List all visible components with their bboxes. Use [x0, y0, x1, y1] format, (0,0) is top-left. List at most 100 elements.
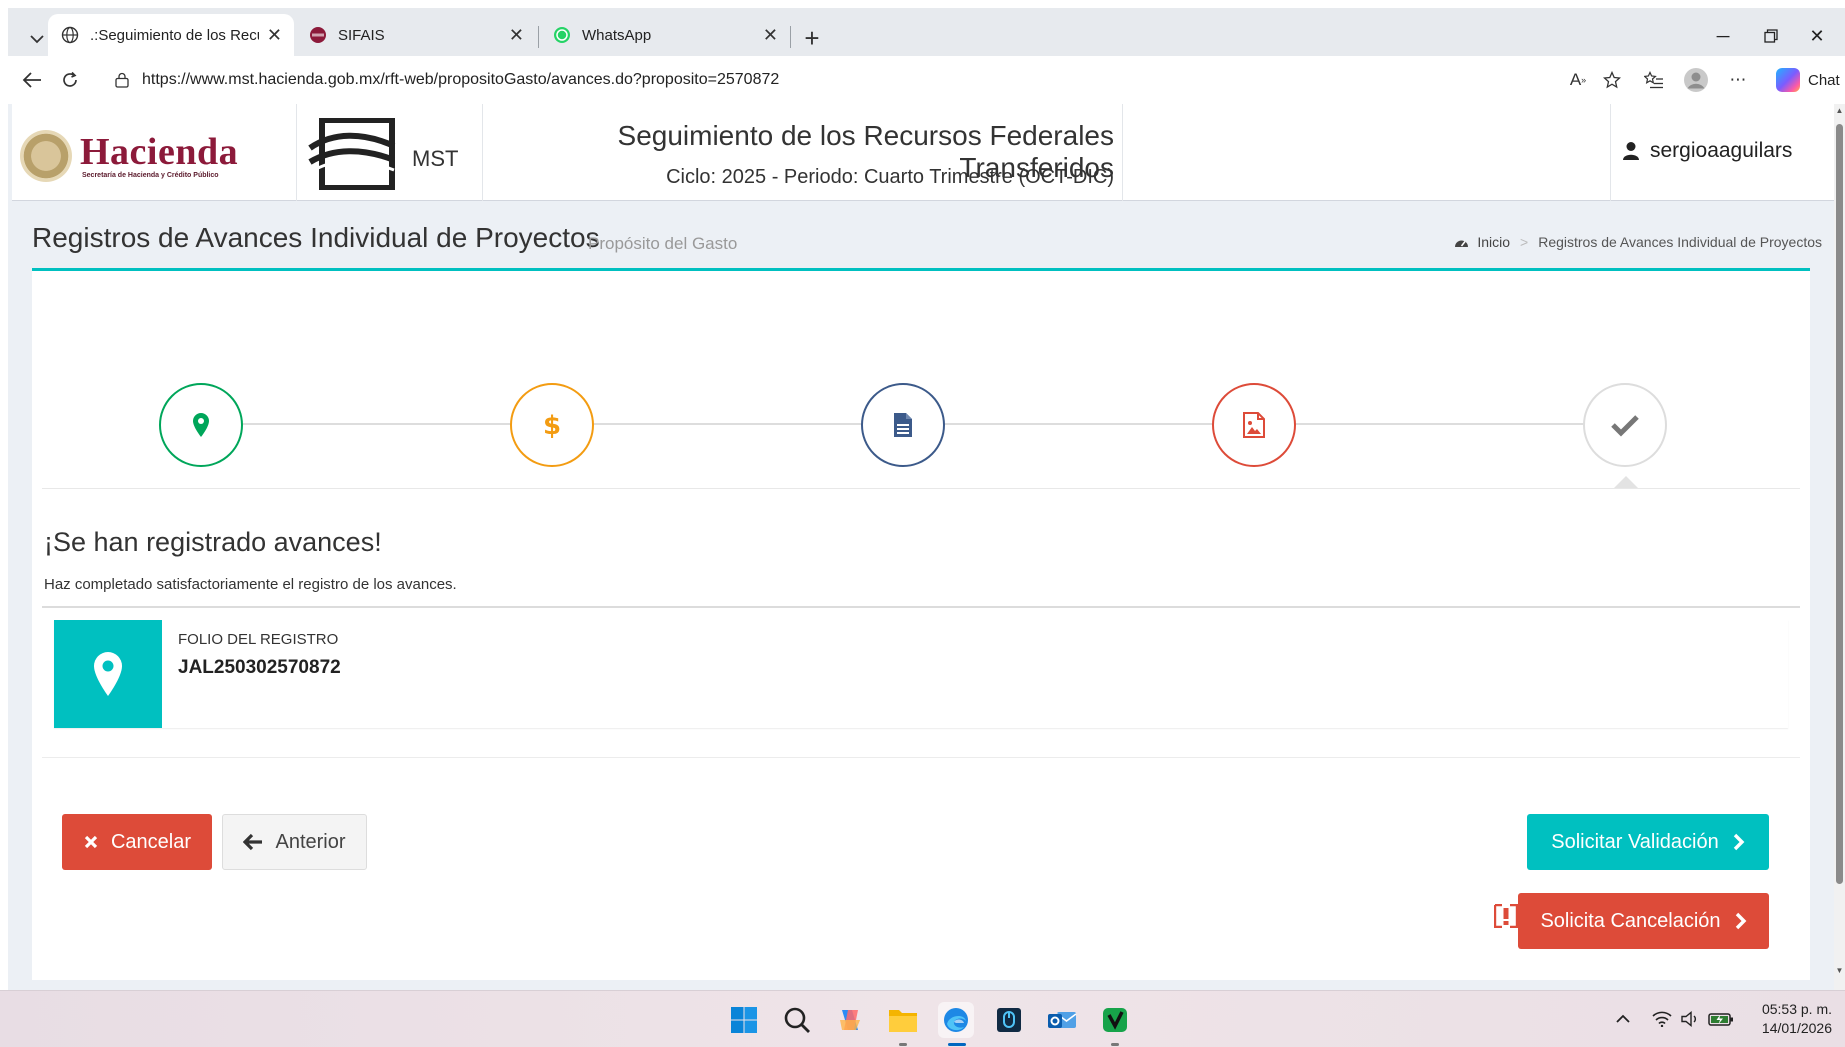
- tab-seguimiento[interactable]: .:Seguimiento de los Recursos Federales …: [48, 14, 294, 56]
- user-menu[interactable]: sergioaaguilars: [1622, 134, 1792, 168]
- tray-chevron-up-icon[interactable]: [1616, 1005, 1630, 1033]
- request-cancellation-label: Solicita Cancelación: [1540, 909, 1721, 932]
- folio-label: Folio del Registro: [178, 631, 339, 648]
- header-divider: [296, 104, 297, 201]
- mst-label: MST: [412, 146, 459, 171]
- chat-label: Chat: [1808, 71, 1840, 89]
- whatsapp-icon: [552, 25, 572, 45]
- windows-taskbar: 05:53 p. m. 14/01/2026: [0, 990, 1845, 1047]
- scroll-up-icon[interactable]: ▲: [1834, 106, 1845, 118]
- running-indicator: [899, 1043, 907, 1046]
- copilot-app-icon[interactable]: [832, 1002, 868, 1038]
- previous-button[interactable]: Anterior: [222, 814, 367, 870]
- step-finish[interactable]: [1583, 383, 1667, 467]
- chevron-right-icon: [1733, 833, 1745, 851]
- address-input[interactable]: https://www.mst.hacienda.gob.mx/rft-web/…: [102, 62, 1632, 98]
- tab-sifais[interactable]: SIFAIS ✕: [296, 14, 536, 56]
- tab-whatsapp[interactable]: WhatsApp ✕: [540, 14, 790, 56]
- request-cancellation-button[interactable]: Solicita Cancelación: [1518, 893, 1769, 949]
- content-header: Registros de Avances Individual de Proye…: [32, 214, 1822, 258]
- more-options-icon[interactable]: ⋯: [1724, 66, 1752, 94]
- close-icon[interactable]: ✕: [763, 25, 778, 46]
- folio-icon-box: [54, 620, 162, 728]
- copilot-chat-button[interactable]: Chat: [1770, 64, 1845, 96]
- step-financial[interactable]: $: [510, 383, 594, 467]
- green-app-icon[interactable]: [1097, 1002, 1133, 1038]
- breadcrumb: Inicio > Registros de Avances Individual…: [1454, 234, 1822, 250]
- hacienda-subtitle: Secretaría de Hacienda y Crédito Público: [82, 172, 219, 179]
- header-divider: [1122, 104, 1123, 201]
- edge-browser-icon[interactable]: [938, 1002, 974, 1038]
- window-edge: [0, 0, 8, 990]
- step-location[interactable]: [159, 383, 243, 467]
- map-marker-icon: [94, 652, 122, 696]
- web-page: Hacienda Secretaría de Hacienda y Crédit…: [8, 104, 1834, 990]
- steps-divider: [42, 488, 1800, 489]
- profile-avatar-icon[interactable]: [1682, 66, 1710, 94]
- clock-time: 05:53 p. m.: [1761, 1001, 1832, 1017]
- scrollbar-thumb[interactable]: [1836, 124, 1843, 884]
- step-images[interactable]: [1212, 383, 1296, 467]
- tab-title: SIFAIS: [338, 26, 385, 44]
- close-icon[interactable]: ✕: [509, 25, 524, 46]
- tab-title: .:Seguimiento de los Recursos Federales …: [90, 26, 259, 44]
- request-validation-button[interactable]: Solicitar Validación: [1527, 814, 1769, 870]
- window-close-icon[interactable]: ✕: [1794, 20, 1840, 52]
- national-seal-icon: [20, 130, 72, 182]
- outlook-icon[interactable]: [1044, 1002, 1080, 1038]
- success-description: Haz completado satisfactoriamente el reg…: [44, 576, 457, 593]
- request-validation-label: Solicitar Validación: [1551, 830, 1719, 853]
- clock-date: 14/01/2026: [1761, 1020, 1832, 1036]
- step-document[interactable]: [861, 383, 945, 467]
- tab-separator: [538, 26, 539, 48]
- favorite-star-icon[interactable]: [1598, 66, 1626, 94]
- page-scrollbar[interactable]: ▲ ▼: [1834, 104, 1845, 990]
- screen: .:Seguimiento de los Recursos Federales …: [0, 0, 1845, 1047]
- page-title: Registros de Avances Individual de Proye…: [32, 222, 600, 253]
- read-aloud-icon[interactable]: A»: [1564, 66, 1592, 94]
- file-explorer-icon[interactable]: [885, 1002, 921, 1038]
- exclamation-warning-icon: [1493, 903, 1519, 929]
- cycle-period: Ciclo: 2025 - Periodo: Cuarto Trimestre …: [666, 166, 1114, 188]
- new-tab-plus-icon[interactable]: +: [798, 23, 826, 53]
- restore-icon[interactable]: [1748, 20, 1794, 52]
- sifais-favicon: [308, 25, 328, 45]
- search-icon[interactable]: [779, 1002, 815, 1038]
- minimize-icon[interactable]: ─: [1700, 20, 1746, 52]
- success-title: ¡Se han registrado avances!: [44, 527, 382, 557]
- volume-icon[interactable]: [1680, 1005, 1700, 1033]
- browser-tab-bar: .:Seguimiento de los Recursos Federales …: [8, 8, 1845, 56]
- breadcrumb-home[interactable]: Inicio: [1477, 234, 1510, 250]
- tab-title: WhatsApp: [582, 26, 652, 44]
- cancel-button[interactable]: Cancelar: [62, 814, 212, 870]
- user-icon: [1623, 142, 1639, 160]
- mst-mark-icon: [308, 118, 396, 190]
- dashboard-icon: [1455, 240, 1469, 247]
- mst-logo[interactable]: MST: [308, 118, 458, 190]
- username: sergioaaguilars: [1650, 139, 1793, 162]
- back-arrow-icon[interactable]: [16, 64, 48, 96]
- running-indicator: [1111, 1043, 1119, 1046]
- reload-icon[interactable]: [54, 64, 86, 96]
- previous-label: Anterior: [275, 830, 346, 853]
- page-subtitle: Propósito del Gasto: [588, 234, 738, 253]
- hacienda-logo[interactable]: Hacienda Secretaría de Hacienda y Crédit…: [20, 128, 250, 184]
- url-text: https://www.mst.hacienda.gob.mx/rft-web/…: [142, 71, 780, 88]
- scroll-down-icon[interactable]: ▼: [1834, 966, 1845, 978]
- system-clock[interactable]: 05:53 p. m. 14/01/2026: [1748, 1000, 1832, 1038]
- breadcrumb-current: Registros de Avances Individual de Proye…: [1538, 234, 1822, 250]
- header-divider: [1610, 104, 1611, 201]
- close-icon[interactable]: ✕: [267, 25, 282, 46]
- copilot-icon: [1776, 68, 1800, 92]
- image-icon: [1243, 412, 1265, 438]
- breadcrumb-separator: >: [1520, 234, 1529, 250]
- favorites-list-icon[interactable]: [1640, 66, 1668, 94]
- document-icon: [894, 413, 912, 437]
- arrow-left-icon: [243, 833, 263, 851]
- battery-charging-icon[interactable]: [1708, 1005, 1734, 1033]
- lock-icon[interactable]: [114, 72, 130, 88]
- wifi-icon[interactable]: [1652, 1005, 1672, 1033]
- folio-value: JAL250302570872: [178, 657, 341, 678]
- windows-start-icon[interactable]: [726, 1002, 762, 1038]
- mouse-app-icon[interactable]: [991, 1002, 1027, 1038]
